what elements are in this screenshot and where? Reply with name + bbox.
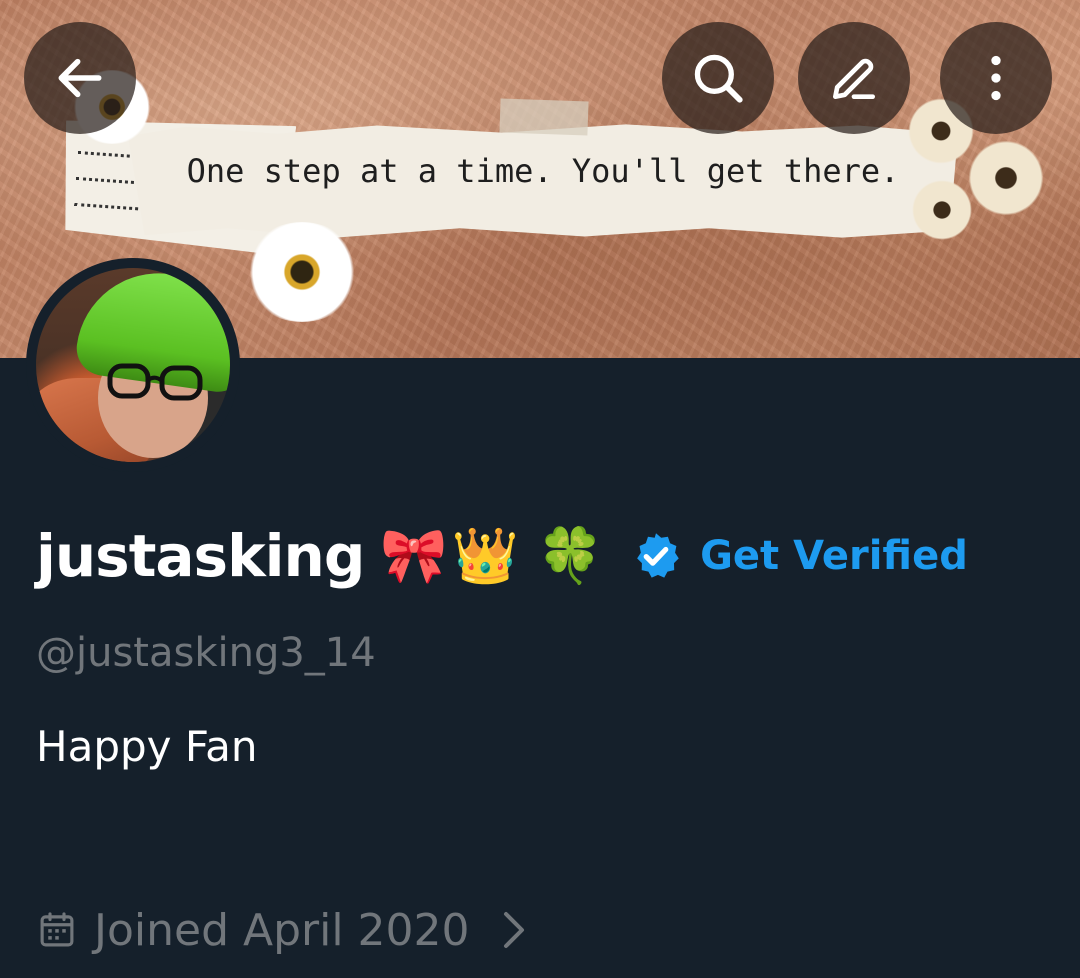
back-button[interactable] [24,22,136,134]
ribbon-crown-emoji: 🎀👑 [380,524,523,587]
pencil-icon [833,58,875,99]
user-bio: Happy Fan [36,722,258,771]
flower-decoration [966,138,1046,218]
avatar-glasses [107,363,203,401]
clover-emoji: 🍀 [536,524,609,587]
name-emojis: 🎀👑 🍀 [380,524,608,588]
search-button[interactable] [662,22,774,134]
flower-decoration [910,178,974,242]
calendar-icon [40,912,74,947]
search-icon [694,54,743,103]
banner-tape [499,98,589,136]
edit-button[interactable] [798,22,910,134]
user-handle: @justasking3_14 [36,630,376,676]
joined-date-text: Joined April 2020 [94,904,470,956]
display-name: justasking [36,522,365,590]
name-row: justasking 🎀👑 🍀 Get Verified [36,516,968,596]
get-verified-link[interactable]: Get Verified [700,533,968,579]
verified-badge-icon[interactable] [630,530,682,582]
more-vertical-icon [991,55,1001,101]
avatar[interactable] [36,268,230,462]
flower-decoration [244,222,360,322]
chevron-right-icon [500,910,528,950]
joined-date-row[interactable]: Joined April 2020 [36,900,528,960]
more-options-button[interactable] [940,22,1052,134]
banner-quote: One step at a time. You'll get there. [186,152,900,190]
arrow-left-icon [58,58,102,98]
